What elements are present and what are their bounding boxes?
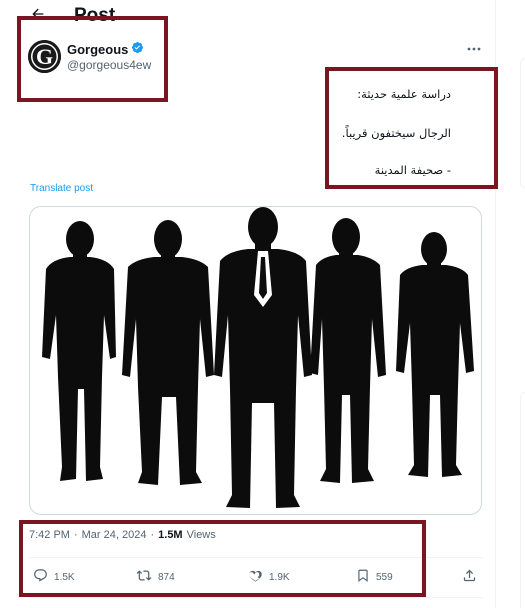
share-button[interactable]: [462, 568, 477, 586]
heart-icon: [248, 568, 263, 586]
retweet-button[interactable]: 874: [136, 568, 175, 586]
silhouette-man-4: [310, 218, 386, 483]
tweet-line-3: - صحيفة المدينة: [374, 163, 451, 177]
bookmark-button[interactable]: 559: [356, 568, 393, 586]
like-count: 1.9K: [269, 571, 290, 583]
action-bar: 1.5K 874 1.9K 559: [28, 568, 482, 586]
meta-separator-2: ·: [150, 529, 155, 541]
post-date[interactable]: Mar 24, 2024: [82, 529, 147, 541]
post-time[interactable]: 7:42 PM: [29, 529, 70, 541]
post-meta: 7:42 PM · Mar 24, 2024 · 1.5M Views: [29, 529, 216, 541]
silhouette-man-1: [42, 221, 116, 481]
reply-icon: [33, 568, 48, 586]
like-button[interactable]: 1.9K: [248, 568, 290, 586]
arrow-left-icon: [30, 6, 46, 27]
bookmark-count: 559: [376, 571, 393, 583]
bookmark-icon: [356, 568, 370, 586]
divider: [28, 597, 482, 598]
reply-count: 1.5K: [54, 571, 75, 583]
men-silhouettes-image: [42, 207, 474, 508]
silhouette-man-2: [122, 220, 214, 485]
divider: [28, 557, 482, 558]
author-display-name[interactable]: Gorgeous: [67, 42, 128, 57]
share-icon: [462, 568, 477, 586]
tweet-line-2: الرجال سيختفون قريباً.: [341, 126, 451, 140]
retweet-count: 874: [158, 571, 175, 583]
tweet-line-1: دراسة علمية حديثة:: [357, 87, 451, 101]
author-handle[interactable]: @gorgeous4ew: [67, 58, 151, 72]
avatar[interactable]: G: [28, 40, 61, 73]
more-horizontal-icon: [467, 38, 481, 56]
verified-badge-icon: [131, 41, 144, 57]
sidebar-card: [520, 392, 525, 608]
avatar-letter: G: [36, 44, 53, 69]
views-label: Views: [186, 529, 216, 541]
reply-button[interactable]: 1.5K: [33, 568, 75, 586]
back-button[interactable]: [28, 6, 48, 26]
sidebar-card: [520, 58, 525, 188]
views-count: 1.5M: [158, 529, 183, 541]
more-button[interactable]: [466, 40, 482, 54]
page-title: Post: [74, 5, 116, 26]
post-column: Post G Gorgeous @gorgeous4ew دراسة علمية…: [0, 0, 496, 608]
post-image[interactable]: [29, 206, 482, 515]
author-name-row[interactable]: Gorgeous: [67, 41, 144, 57]
post-header: Post: [0, 0, 496, 30]
silhouette-man-3: [214, 207, 312, 508]
retweet-icon: [136, 568, 152, 586]
silhouette-man-5: [396, 232, 474, 477]
meta-separator: ·: [73, 529, 78, 541]
translate-post-link[interactable]: Translate post: [30, 183, 93, 194]
